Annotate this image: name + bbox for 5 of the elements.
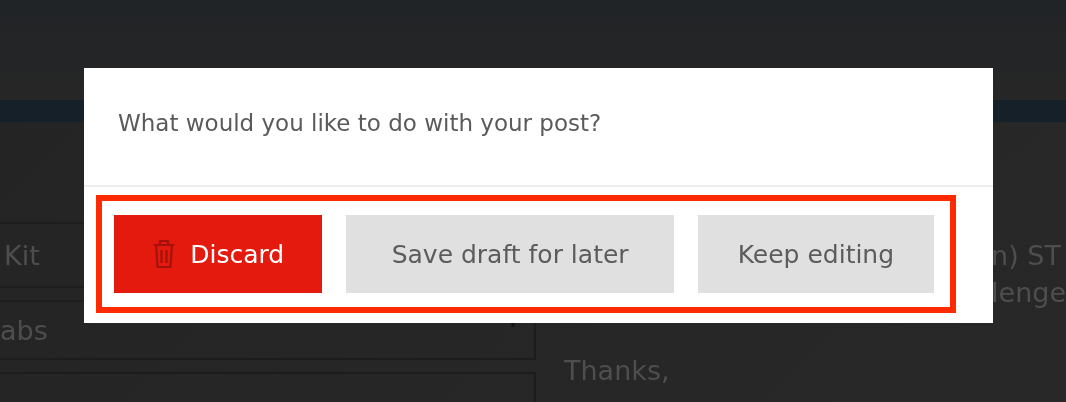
trash-icon <box>152 239 177 269</box>
action-button[interactable]: Keep editing <box>697 215 934 293</box>
discard-button[interactable]: Discard <box>114 215 323 293</box>
action-button[interactable]: Save draft for later <box>346 215 674 293</box>
dialog-message: What would you like to do with your post? <box>84 68 993 187</box>
